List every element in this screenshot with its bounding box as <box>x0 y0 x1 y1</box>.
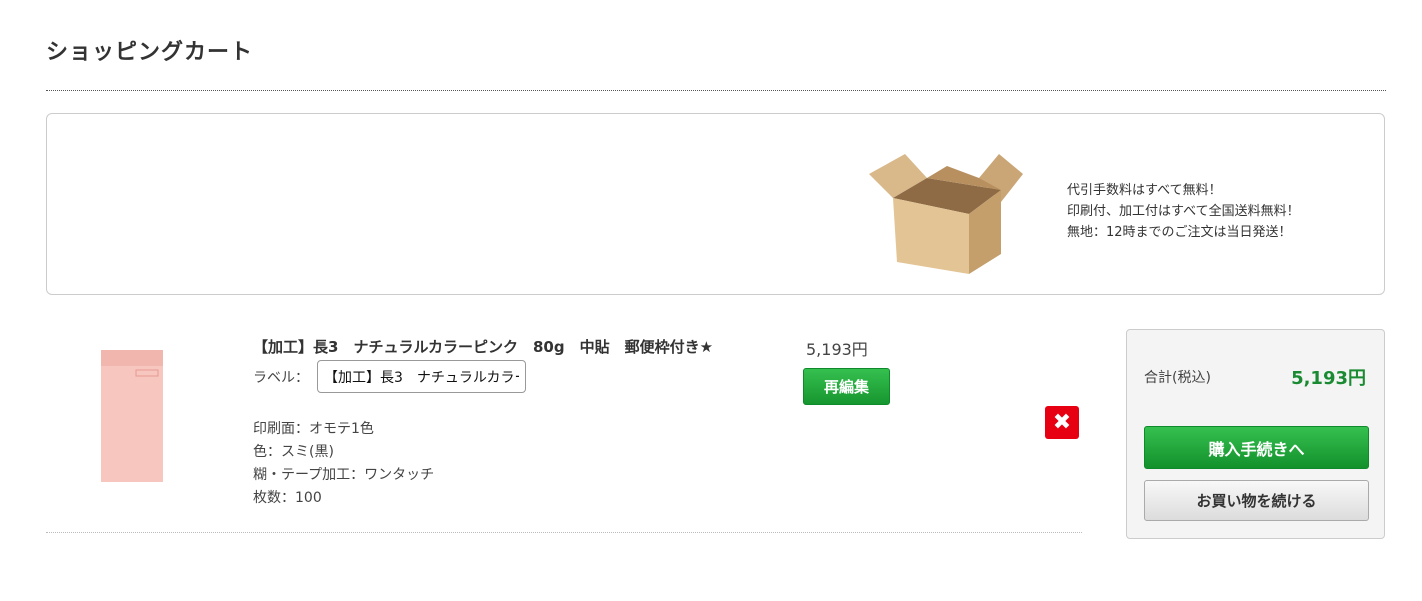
total-label: 合計(税込) <box>1144 370 1211 386</box>
spec-item: 印刷面：オモテ1色 <box>253 421 374 437</box>
page-title: ショッピングカート <box>46 40 254 65</box>
reedit-button[interactable]: 再編集 <box>803 368 890 405</box>
title-divider <box>46 90 1386 91</box>
banner-text: 代引手数料はすべて無料！ 印刷付、加工付はすべて全国送料無料！ 無地：12時まで… <box>1067 180 1300 243</box>
total-value: 5,193円 <box>1291 368 1366 389</box>
spec-list: 印刷面：オモテ1色 色：スミ(黒) 糊・テープ加工：ワンタッチ 枚数：100 <box>253 418 434 510</box>
label-row: ラベル： <box>253 360 526 393</box>
order-summary: 合計(税込) 5,193円 購入手続きへ お買い物を続ける <box>1126 329 1385 539</box>
delete-item-button[interactable]: ✖ <box>1045 406 1079 439</box>
label-input[interactable] <box>317 360 526 393</box>
continue-shopping-button[interactable]: お買い物を続ける <box>1144 480 1369 521</box>
spec-item: 色：スミ(黒) <box>253 444 334 460</box>
banner-line: 無地：12時までのご注文は当日発送！ <box>1067 225 1292 240</box>
spec-item: 糊・テープ加工：ワンタッチ <box>253 467 435 483</box>
banner-line: 印刷付、加工付はすべて全国送料無料！ <box>1067 204 1300 219</box>
shipping-banner: 代引手数料はすべて無料！ 印刷付、加工付はすべて全国送料無料！ 無地：12時まで… <box>46 113 1385 295</box>
product-name[interactable]: 【加工】長3 ナチュラルカラーピンク 80g 中貼 郵便枠付き★ <box>253 336 713 357</box>
cardboard-box-icon <box>869 154 1023 274</box>
close-icon: ✖ <box>1052 410 1072 435</box>
item-price: 5,193円 <box>806 340 868 359</box>
label-caption: ラベル： <box>253 369 309 386</box>
spec-item: 枚数：100 <box>253 490 322 506</box>
banner-line: 代引手数料はすべて無料！ <box>1067 183 1222 198</box>
checkout-button[interactable]: 購入手続きへ <box>1144 426 1369 469</box>
pink-envelope-icon[interactable] <box>68 348 198 488</box>
cart-item: 【加工】長3 ナチュラルカラーピンク 80g 中貼 郵便枠付き★ ラベル： 印刷… <box>46 318 1082 533</box>
